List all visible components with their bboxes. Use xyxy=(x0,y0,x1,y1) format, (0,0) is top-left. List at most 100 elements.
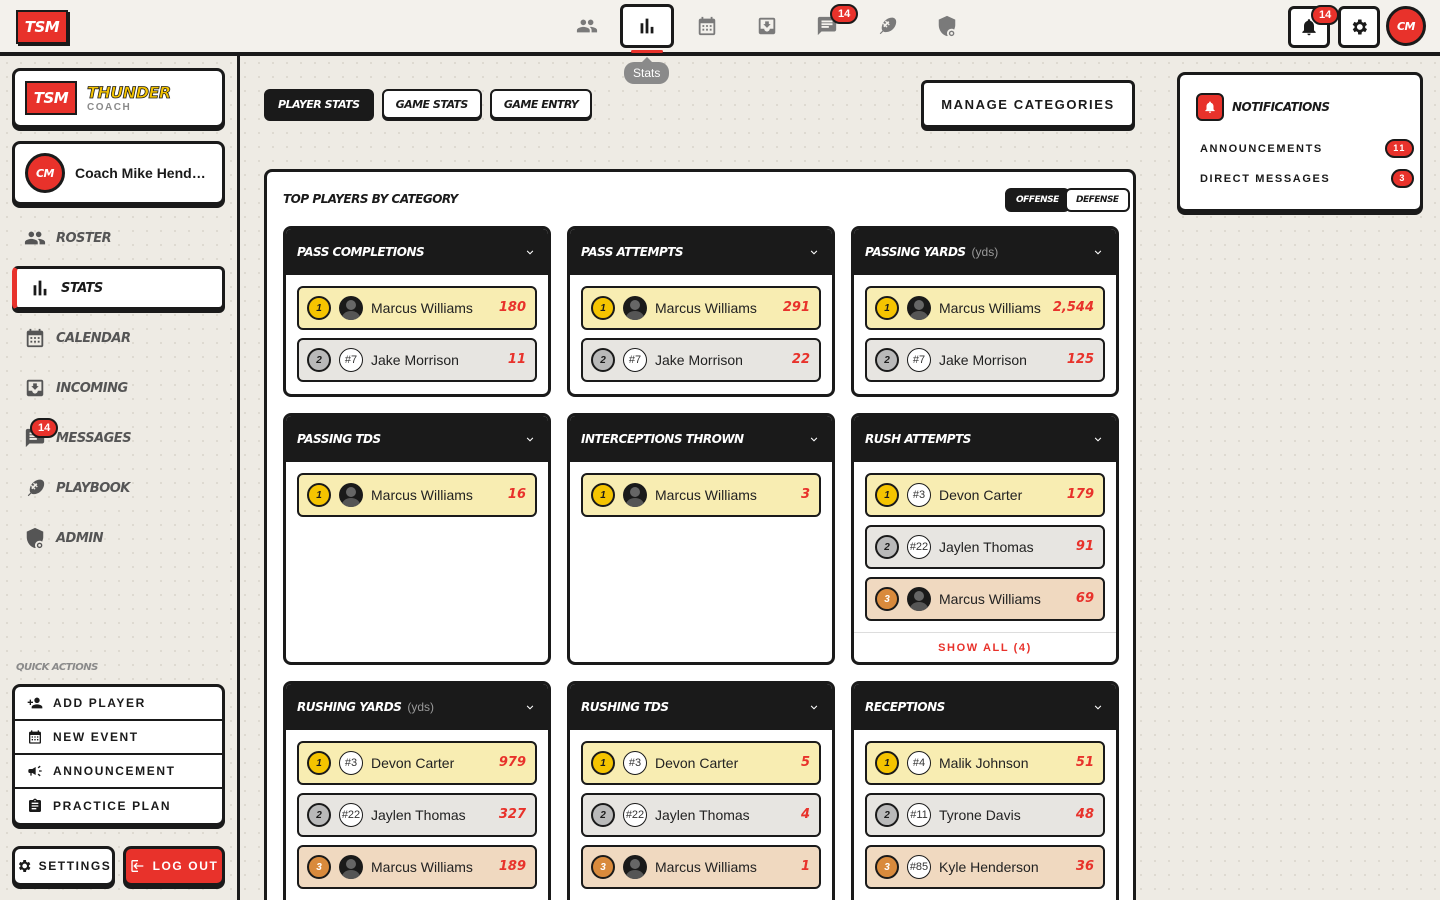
user-avatar[interactable]: CM xyxy=(1386,6,1426,46)
sidebar-item-label: PLAYBOOK xyxy=(56,480,130,496)
tab-game-entry[interactable]: GAME ENTRY xyxy=(489,89,593,119)
sidebar-item-messages[interactable]: MESSAGES 14 xyxy=(12,416,225,460)
people-icon xyxy=(24,227,46,249)
category-title: RECEPTIONS xyxy=(865,700,945,714)
chevron-down-icon[interactable] xyxy=(524,433,536,445)
category-card: RUSHING YARDS (yds) 1 #3 Devon Carter 979 2 #22… xyxy=(283,681,551,900)
category-title: PASSING TDS xyxy=(297,432,381,446)
shield-gear-icon xyxy=(24,527,46,549)
player-row[interactable]: 3 #85 Kyle Henderson 36 xyxy=(865,845,1105,889)
chevron-down-icon[interactable] xyxy=(1092,246,1104,258)
rank-badge: 1 xyxy=(875,296,899,320)
sidebar-item-label: ADMIN xyxy=(56,530,104,546)
player-row[interactable]: 2 #7 Jake Morrison 11 xyxy=(297,338,537,382)
player-row[interactable]: 3 Marcus Williams 189 xyxy=(297,845,537,889)
show-all-link[interactable]: SHOW ALL (4) xyxy=(854,632,1116,662)
jersey-number: #11 xyxy=(907,803,931,827)
sidebar-item-incoming[interactable]: INCOMING xyxy=(12,366,225,410)
player-row[interactable]: 2 #22 Jaylen Thomas 91 xyxy=(865,525,1105,569)
topnav-playbook-button[interactable] xyxy=(860,4,914,48)
category-header[interactable]: RECEPTIONS xyxy=(854,684,1116,730)
player-row[interactable]: 1 #3 Devon Carter 179 xyxy=(865,473,1105,517)
user-card[interactable]: CM Coach Mike Henderson xyxy=(12,141,225,205)
player-row[interactable]: 1 Marcus Williams 180 xyxy=(297,286,537,330)
chevron-down-icon[interactable] xyxy=(524,246,536,258)
topnav-calendar-button[interactable] xyxy=(680,4,734,48)
app-logo[interactable]: TSM xyxy=(16,10,68,44)
category-header[interactable]: RUSH ATTEMPTS xyxy=(854,416,1116,462)
player-name: Marcus Williams xyxy=(655,300,757,316)
player-row[interactable]: 2 #11 Tyrone Davis 48 xyxy=(865,793,1105,837)
rank-badge: 1 xyxy=(591,751,615,775)
player-row[interactable]: 1 #4 Malik Johnson 51 xyxy=(865,741,1105,785)
player-row[interactable]: 2 #22 Jaylen Thomas 327 xyxy=(297,793,537,837)
chevron-down-icon[interactable] xyxy=(808,701,820,713)
player-row[interactable]: 3 Marcus Williams 1 xyxy=(581,845,821,889)
tab-game-stats[interactable]: GAME STATS xyxy=(381,89,482,119)
defense-toggle[interactable]: DEFENSE xyxy=(1065,188,1130,212)
chevron-down-icon[interactable] xyxy=(808,433,820,445)
offense-toggle[interactable]: OFFENSE xyxy=(1005,188,1070,212)
logout-button[interactable]: LOG OUT xyxy=(123,846,225,886)
sidebar-item-calendar[interactable]: CALENDAR xyxy=(12,316,225,360)
stat-value: 179 xyxy=(1066,487,1094,502)
player-row[interactable]: 1 Marcus Williams 2,544 xyxy=(865,286,1105,330)
jersey-number: #22 xyxy=(339,803,363,827)
topnav-messages-button[interactable]: 14 xyxy=(800,4,859,48)
category-title: RUSHING TDS xyxy=(581,700,669,714)
notifications-button[interactable]: 14 xyxy=(1288,5,1340,48)
category-header[interactable]: INTERCEPTIONS THROWN xyxy=(570,416,832,462)
stat-value: 2,544 xyxy=(1052,300,1094,315)
category-header[interactable]: PASS COMPLETIONS xyxy=(286,229,548,275)
chevron-down-icon[interactable] xyxy=(524,701,536,713)
category-header[interactable]: PASSING YARDS (yds) xyxy=(854,229,1116,275)
manage-categories-button[interactable]: MANAGE CATEGORIES xyxy=(921,80,1135,128)
category-header[interactable]: RUSHING TDS xyxy=(570,684,832,730)
category-title: PASS COMPLETIONS xyxy=(297,245,425,259)
practice-plan-button[interactable]: PRACTICE PLAN xyxy=(15,789,222,823)
tab-player-stats[interactable]: PLAYER STATS xyxy=(264,89,374,119)
notification-direct-messages[interactable]: DIRECT MESSAGES 3 xyxy=(1200,169,1414,188)
player-row[interactable]: 1 Marcus Williams 3 xyxy=(581,473,821,517)
sidebar-item-stats[interactable]: STATS xyxy=(12,266,225,310)
user-card-avatar: CM xyxy=(25,153,65,193)
sidebar-settings-button[interactable]: SETTINGS xyxy=(12,846,115,886)
chevron-down-icon[interactable] xyxy=(1092,701,1104,713)
player-row[interactable]: 3 Marcus Williams 69 xyxy=(865,577,1105,621)
player-row[interactable]: 1 Marcus Williams 291 xyxy=(581,286,821,330)
chevron-down-icon[interactable] xyxy=(808,246,820,258)
topnav-stats-button[interactable] xyxy=(620,4,674,53)
rank-badge: 1 xyxy=(591,296,615,320)
team-logo: TSM xyxy=(25,81,77,115)
notification-announcements[interactable]: ANNOUNCEMENTS 11 xyxy=(1200,139,1414,158)
stat-value: 36 xyxy=(1075,859,1094,874)
announcement-button[interactable]: ANNOUNCEMENT xyxy=(15,755,222,789)
topnav-admin-button[interactable] xyxy=(920,4,974,48)
settings-button[interactable] xyxy=(1338,6,1380,48)
category-header[interactable]: PASSING TDS xyxy=(286,416,548,462)
player-row[interactable]: 2 #22 Jaylen Thomas 4 xyxy=(581,793,821,837)
jersey-number: #7 xyxy=(339,348,363,372)
team-brand-card[interactable]: TSM THUNDER COACH xyxy=(12,68,225,128)
jersey-number: #4 xyxy=(907,751,931,775)
topnav-incoming-button[interactable] xyxy=(740,4,794,48)
player-row[interactable]: 1 Marcus Williams 16 xyxy=(297,473,537,517)
sidebar-item-admin[interactable]: ADMIN xyxy=(12,516,225,560)
chevron-down-icon[interactable] xyxy=(1092,433,1104,445)
player-name: Jaylen Thomas xyxy=(939,539,1034,555)
player-row[interactable]: 2 #7 Jake Morrison 22 xyxy=(581,338,821,382)
category-header[interactable]: PASS ATTEMPTS xyxy=(570,229,832,275)
player-row[interactable]: 2 #7 Jake Morrison 125 xyxy=(865,338,1105,382)
sidebar-item-roster[interactable]: ROSTER xyxy=(12,216,225,260)
player-photo xyxy=(623,855,647,879)
category-header[interactable]: RUSHING YARDS (yds) xyxy=(286,684,548,730)
add-player-button[interactable]: ADD PLAYER xyxy=(15,687,222,721)
player-row[interactable]: 1 #3 Devon Carter 979 xyxy=(297,741,537,785)
topnav-roster-button[interactable] xyxy=(560,4,614,48)
jersey-number: #3 xyxy=(339,751,363,775)
sidebar-item-playbook[interactable]: PLAYBOOK xyxy=(12,466,225,510)
new-event-button[interactable]: NEW EVENT xyxy=(15,721,222,755)
player-name: Devon Carter xyxy=(939,487,1023,503)
player-row[interactable]: 1 #3 Devon Carter 5 xyxy=(581,741,821,785)
category-card: PASS COMPLETIONS 1 Marcus Williams 180 2 #7 Ja… xyxy=(283,226,551,397)
